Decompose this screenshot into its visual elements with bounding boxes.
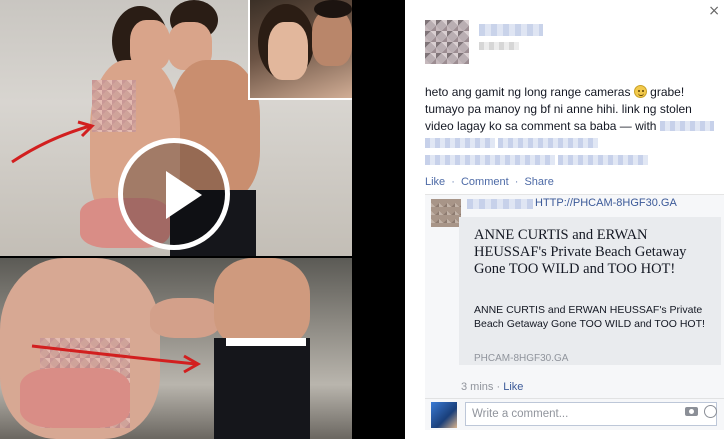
post-text: heto ang gamit ng long range cameras gra… — [425, 84, 721, 169]
tagged-friend-blurred[interactable] — [425, 155, 555, 165]
waistband — [226, 338, 306, 346]
link-preview-card[interactable]: ANNE CURTIS and ERWAN HEUSSAF's Private … — [459, 217, 721, 365]
red-arrow-icon — [31, 344, 202, 374]
separator: · — [514, 176, 519, 188]
man-face — [312, 10, 352, 66]
close-icon[interactable]: × — [708, 3, 720, 19]
man-torso — [214, 258, 310, 348]
comment-input[interactable]: Write a comment... — [465, 402, 717, 426]
comment-like-button[interactable]: Like — [503, 381, 523, 393]
man-shorts — [214, 338, 310, 439]
comment-link[interactable]: HTTP://PHCAM-8HGF30.GA — [535, 197, 677, 209]
tagged-friend-blurred[interactable] — [425, 138, 495, 148]
media-area[interactable] — [0, 0, 405, 439]
preview-domain: PHCAM-8HGF30.GA — [474, 353, 569, 364]
comment-time: 3 mins — [461, 381, 494, 393]
tagged-friend-blurred[interactable] — [659, 121, 714, 131]
comment-composer: Write a comment... — [425, 398, 724, 430]
post-actions: Like · Comment · Share — [425, 176, 554, 188]
author-avatar[interactable] — [425, 20, 469, 64]
comment-meta: 3 mins · Like — [461, 381, 523, 393]
comment: HTTP://PHCAM-8HGF30.GA ANNE CURTIS and E… — [425, 194, 724, 398]
photo-viewer: × heto ang gamit ng long range cameras g… — [0, 0, 728, 439]
red-arrow-icon — [11, 120, 95, 164]
play-button[interactable] — [118, 138, 230, 250]
censor-blur — [92, 80, 136, 132]
man-hair — [314, 0, 352, 18]
separator: · — [496, 381, 501, 393]
woman-face — [268, 22, 308, 80]
media-margin — [352, 0, 405, 439]
post-panel: × heto ang gamit ng long range cameras g… — [405, 0, 728, 439]
camera-icon[interactable] — [685, 407, 698, 416]
with-label: with — [635, 119, 657, 133]
share-button[interactable]: Share — [524, 176, 553, 188]
preview-title[interactable]: ANNE CURTIS and ERWAN HEUSSAF's Private … — [474, 227, 714, 278]
beach-waist-photo — [0, 258, 352, 439]
commenter-avatar[interactable] — [431, 199, 461, 227]
author-name-blurred[interactable] — [479, 24, 543, 36]
play-icon — [166, 171, 202, 219]
portrait-inset-photo — [248, 0, 352, 100]
post-line-2: grabe! — [650, 85, 685, 99]
separator: · — [451, 176, 455, 188]
hands — [150, 298, 220, 338]
like-button[interactable]: Like — [425, 176, 445, 188]
post-timestamp-blurred — [479, 42, 519, 50]
smile-emoji-icon — [633, 85, 647, 98]
preview-description: ANNE CURTIS and ERWAN HEUSSAF's Private … — [474, 304, 705, 330]
tagged-friend-blurred[interactable] — [498, 138, 599, 148]
post-line-1: heto ang gamit ng long range cameras — [425, 85, 631, 99]
commenter-name-blurred[interactable] — [467, 199, 533, 209]
emoji-icon[interactable] — [704, 405, 717, 418]
comment-button[interactable]: Comment — [461, 176, 509, 188]
viewer-avatar — [431, 402, 457, 428]
tagged-friend-blurred[interactable] — [558, 155, 649, 165]
